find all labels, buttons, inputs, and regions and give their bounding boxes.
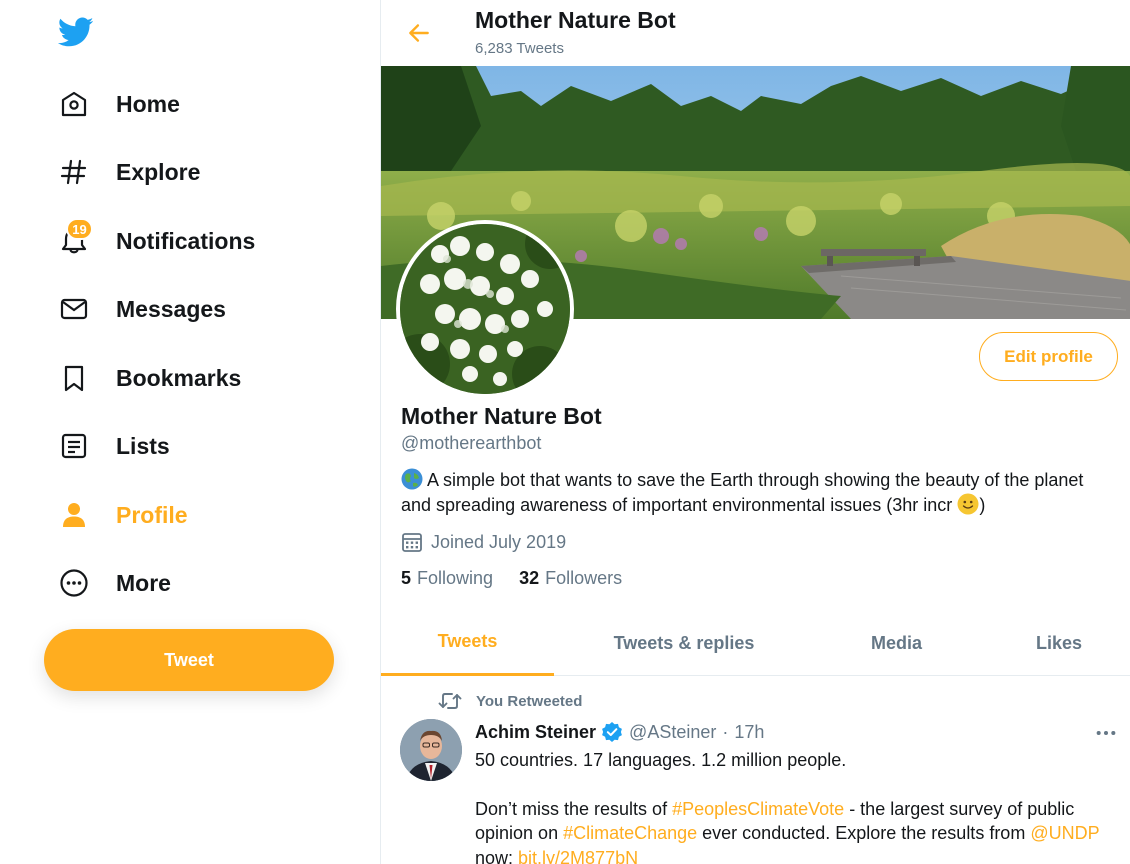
tab-likes[interactable]: Likes [979,610,1130,676]
tweet-text-a: Don’t miss the results of [475,798,673,819]
tweet-line-1: 50 countries. 17 languages. 1.2 million … [475,750,847,770]
tweet-text-c: ever conducted. Explore the results from [697,823,1031,843]
tweet-time[interactable]: 17h [734,722,764,743]
nav-explore-label: Explore [116,158,201,185]
header-tweet-count: 6,283 Tweets [475,40,564,57]
header-title: Mother Nature Bot [475,7,676,33]
following-label: Following [417,568,494,588]
profile-joined-text: Joined July 2019 [431,531,567,552]
bell-icon: 19 [58,218,93,257]
nav-messages[interactable]: Messages [44,283,240,335]
profile-name: Mother Nature Bot [401,403,602,429]
nav-profile[interactable]: Profile [44,489,202,541]
person-icon [58,499,90,531]
nav-home-label: Home [116,90,180,117]
followers-label: Followers [545,568,623,588]
profile-joined: Joined July 2019 [401,531,566,553]
back-arrow-icon[interactable] [403,17,435,49]
profile-bio-end: ) [979,495,986,515]
profile-handle: @motherearthbot [401,433,542,453]
profile-tabs: Tweets Tweets & replies Media Likes [381,610,1130,676]
hashtag-peoplesclimatevote[interactable]: #PeoplesClimateVote [672,799,844,819]
tweet-text-d: now: [475,847,519,864]
twitter-bird-icon[interactable] [56,14,96,50]
retweet-context: You Retweeted [438,690,582,712]
calendar-icon [402,533,422,552]
nav-lists[interactable]: Lists [44,420,184,472]
hashtag-climatechange[interactable]: #ClimateChange [563,823,697,843]
tab-tweets-and-replies[interactable]: Tweets & replies [554,610,814,676]
profile-column: Mother Nature Bot 6,283 Tweets Edit prof… [380,0,1130,864]
tweet-separator-dot: · [722,721,729,742]
profile-follow-stats: 5 Following 32 Followers [401,568,648,589]
nav-more-label: More [116,569,171,596]
tweet-link[interactable]: bit.ly/2M877bN [518,848,638,864]
tweet-more-options-icon[interactable] [1091,722,1121,744]
tweet-header: Achim Steiner @ASteiner · 17h [475,721,764,743]
nav-explore[interactable]: Explore [44,146,214,198]
sidebar: Home Explore 19 Notifications Messages B… [0,0,380,864]
following-count: 5 [401,568,412,588]
profile-header-bar: Mother Nature Bot 6,283 Tweets [381,0,1130,66]
mention-undp[interactable]: @UNDP [1030,823,1099,843]
nav-bookmarks[interactable]: Bookmarks [44,352,255,404]
more-circle-icon [58,567,90,599]
home-icon [58,88,90,120]
tweet-button[interactable]: Tweet [44,629,334,691]
profile-avatar[interactable] [396,220,574,398]
followers-count: 32 [519,568,540,588]
nav-more[interactable]: More [44,557,185,609]
bookmark-icon [58,362,90,394]
nav-bookmarks-label: Bookmarks [116,364,242,391]
globe-emoji-icon [401,468,423,490]
notification-count-badge: 19 [66,218,93,240]
tweet-paragraph-2: Don’t miss the results of #PeoplesClimat… [475,797,1115,864]
tweet-author-name[interactable]: Achim Steiner [475,722,596,743]
tweet-body: 50 countries. 17 languages. 1.2 million … [475,748,1115,864]
nav-notifications-label: Notifications [116,227,256,254]
tab-media[interactable]: Media [814,610,979,676]
smile-emoji-icon [957,493,979,515]
retweet-label: You Retweeted [476,692,583,710]
tweet-author-handle[interactable]: @ASteiner [629,722,716,743]
retweet-icon [438,693,462,709]
envelope-icon [58,293,90,325]
list-icon [58,430,90,462]
followers-link[interactable]: 32 Followers [519,568,622,589]
tweet-author-avatar[interactable] [400,719,462,781]
edit-profile-button[interactable]: Edit profile [979,332,1118,381]
nav-profile-label: Profile [116,501,188,528]
nav-notifications[interactable]: 19 Notifications [44,215,269,267]
following-link[interactable]: 5 Following [401,568,493,589]
verified-badge-icon [602,722,622,742]
tab-tweets[interactable]: Tweets [381,610,554,676]
nav-messages-label: Messages [116,295,226,322]
nav-lists-label: Lists [116,432,170,459]
profile-bio: A simple bot that wants to save the Eart… [401,468,1091,518]
hashtag-icon [58,156,90,188]
nav-home[interactable]: Home [44,78,194,130]
